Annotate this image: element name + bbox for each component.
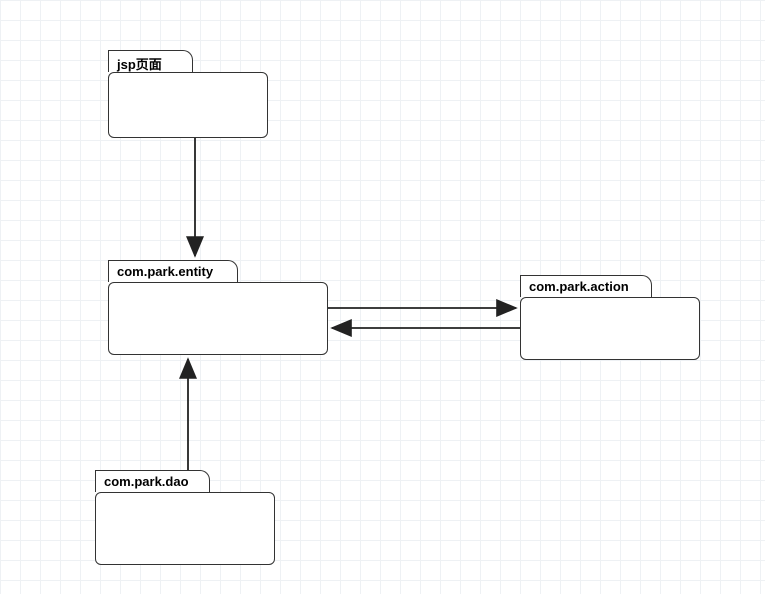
diagram-canvas: jsp页面 com.park.entity com.park.action co… [0, 0, 765, 594]
package-action-tab: com.park.action [520, 275, 652, 297]
package-jsp-label: jsp页面 [117, 57, 162, 72]
package-entity-body [108, 282, 328, 355]
package-dao-label: com.park.dao [104, 474, 189, 489]
package-action-body [520, 297, 700, 360]
package-dao-body [95, 492, 275, 565]
package-entity-label: com.park.entity [117, 264, 213, 279]
package-dao[interactable]: com.park.dao [95, 470, 275, 565]
package-dao-tab: com.park.dao [95, 470, 210, 492]
package-action-label: com.park.action [529, 279, 629, 294]
package-jsp[interactable]: jsp页面 [108, 50, 268, 138]
package-jsp-body [108, 72, 268, 138]
package-entity-tab: com.park.entity [108, 260, 238, 282]
package-entity[interactable]: com.park.entity [108, 260, 328, 355]
package-jsp-tab: jsp页面 [108, 50, 193, 72]
package-action[interactable]: com.park.action [520, 275, 700, 360]
